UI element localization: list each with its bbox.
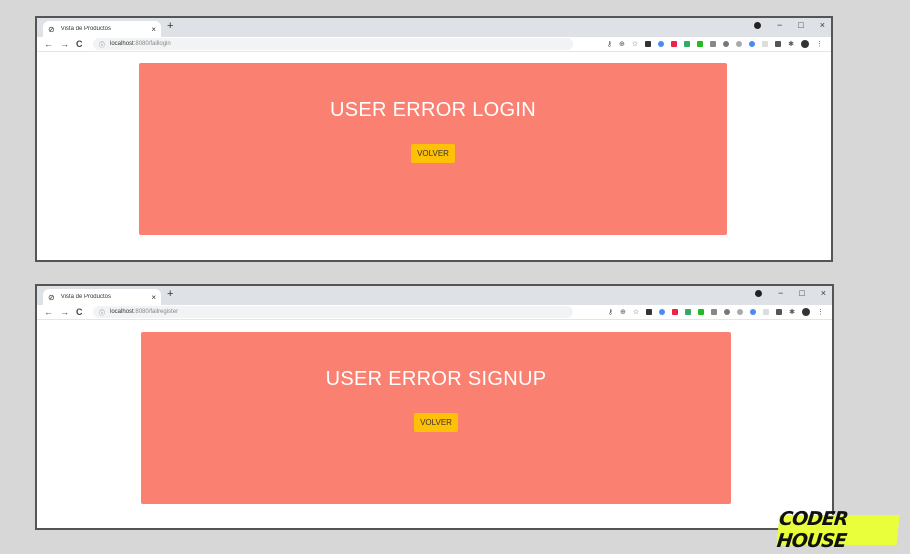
reload-icon[interactable]: C	[76, 39, 83, 49]
tab-bar: ⊘ Vista de Productos × + − □ ×	[37, 286, 832, 305]
new-tab-icon[interactable]: +	[167, 288, 173, 300]
menu-icon[interactable]: ⋮	[817, 308, 824, 316]
extension-icon[interactable]	[762, 41, 769, 47]
extension-icon[interactable]	[776, 309, 783, 315]
error-card: USER ERROR LOGIN VOLVER	[139, 63, 727, 235]
close-window-icon[interactable]: ×	[821, 288, 826, 298]
profile-icon[interactable]	[754, 21, 762, 29]
page-content: USER ERROR LOGIN VOLVER	[37, 52, 831, 260]
address-bar[interactable]: ⓘ localhost:8080/failregister	[93, 306, 573, 318]
new-tab-icon[interactable]: +	[167, 20, 173, 32]
tab-vista-productos[interactable]: ⊘ Vista de Productos ×	[43, 289, 161, 305]
extension-icon[interactable]	[658, 41, 665, 47]
tab-title: Vista de Productos	[60, 26, 111, 32]
star-icon[interactable]: ☆	[633, 308, 639, 316]
error-heading: USER ERROR SIGNUP	[325, 368, 547, 390]
extension-icon[interactable]	[646, 309, 653, 315]
url-path: :8080/failregister	[133, 309, 179, 315]
zoom-icon[interactable]: ⊕	[619, 40, 625, 48]
window-controls: − □ ×	[754, 20, 825, 30]
error-heading: USER ERROR LOGIN	[330, 99, 536, 121]
site-info-icon[interactable]: ⓘ	[99, 308, 105, 317]
extension-icon[interactable]	[724, 309, 731, 315]
extension-icon[interactable]	[723, 41, 730, 47]
tab-title: Vista de Productos	[60, 294, 111, 300]
close-tab-icon[interactable]: ×	[151, 293, 156, 302]
browser-toolbar: ← → C ⓘ localhost:8080/failregister ⚷ ⊕ …	[37, 305, 832, 320]
browser-window-signup: ⊘ Vista de Productos × + − □ × ← → C ⓘ l…	[35, 284, 834, 530]
coder-house-logo: CODER HOUSE	[776, 508, 900, 552]
browser-toolbar: ← → C ⓘ localhost:8080/faillogin ⚷ ⊕ ☆ ✱…	[37, 37, 831, 52]
star-icon[interactable]: ☆	[632, 40, 638, 48]
key-icon[interactable]: ⚷	[608, 308, 613, 316]
favicon-icon: ⊘	[48, 292, 55, 302]
close-tab-icon[interactable]: ×	[151, 25, 156, 34]
extension-icon[interactable]	[710, 41, 717, 47]
extension-icon[interactable]	[775, 41, 782, 47]
close-window-icon[interactable]: ×	[820, 20, 825, 30]
key-icon[interactable]: ⚷	[607, 40, 612, 48]
browser-window-login: ⊘ Vista de Productos × + − □ × ← → C ⓘ l…	[35, 16, 833, 262]
site-info-icon[interactable]: ⓘ	[99, 40, 105, 49]
menu-icon[interactable]: ⋮	[816, 40, 823, 48]
tab-bar: ⊘ Vista de Productos × + − □ ×	[37, 18, 831, 37]
extension-icon[interactable]	[763, 309, 770, 315]
back-icon[interactable]: ←	[44, 39, 53, 49]
extension-icon[interactable]	[736, 41, 743, 47]
volver-button[interactable]: VOLVER	[411, 144, 455, 163]
avatar[interactable]	[802, 308, 810, 316]
forward-icon[interactable]: →	[60, 307, 69, 317]
volver-button[interactable]: VOLVER	[414, 413, 458, 432]
extension-icon[interactable]	[711, 309, 718, 315]
minimize-icon[interactable]: −	[778, 288, 783, 298]
extension-icon[interactable]	[645, 41, 652, 47]
puzzle-icon[interactable]: ✱	[789, 308, 795, 316]
forward-icon[interactable]: →	[60, 39, 69, 49]
tab-vista-productos[interactable]: ⊘ Vista de Productos ×	[43, 21, 161, 37]
extension-icon[interactable]	[671, 41, 678, 47]
extension-icon[interactable]	[698, 309, 705, 315]
extension-icon[interactable]	[697, 41, 704, 47]
back-icon[interactable]: ←	[44, 307, 53, 317]
extensions-bar: ⚷ ⊕ ☆ ✱ ⋮	[608, 306, 824, 318]
extension-icon[interactable]	[684, 41, 691, 47]
extension-icon[interactable]	[737, 309, 744, 315]
window-controls: − □ ×	[755, 288, 826, 298]
maximize-icon[interactable]: □	[798, 20, 803, 30]
favicon-icon: ⊘	[48, 24, 55, 34]
url-host: localhost	[110, 41, 134, 47]
zoom-icon[interactable]: ⊕	[620, 308, 626, 316]
extension-icon[interactable]	[659, 309, 666, 315]
maximize-icon[interactable]: □	[799, 288, 804, 298]
extensions-bar: ⚷ ⊕ ☆ ✱ ⋮	[607, 38, 823, 50]
minimize-icon[interactable]: −	[777, 20, 782, 30]
page-content: USER ERROR SIGNUP VOLVER	[37, 320, 832, 528]
url-path: :8080/faillogin	[133, 41, 171, 47]
avatar[interactable]	[801, 40, 809, 48]
url-host: localhost	[110, 309, 134, 315]
puzzle-icon[interactable]: ✱	[788, 40, 794, 48]
extension-icon[interactable]	[749, 41, 756, 47]
error-card: USER ERROR SIGNUP VOLVER	[141, 332, 731, 504]
extension-icon[interactable]	[685, 309, 692, 315]
address-bar[interactable]: ⓘ localhost:8080/faillogin	[93, 38, 573, 50]
reload-icon[interactable]: C	[76, 307, 83, 317]
extension-icon[interactable]	[672, 309, 679, 315]
extension-icon[interactable]	[750, 309, 757, 315]
profile-icon[interactable]	[755, 289, 763, 297]
